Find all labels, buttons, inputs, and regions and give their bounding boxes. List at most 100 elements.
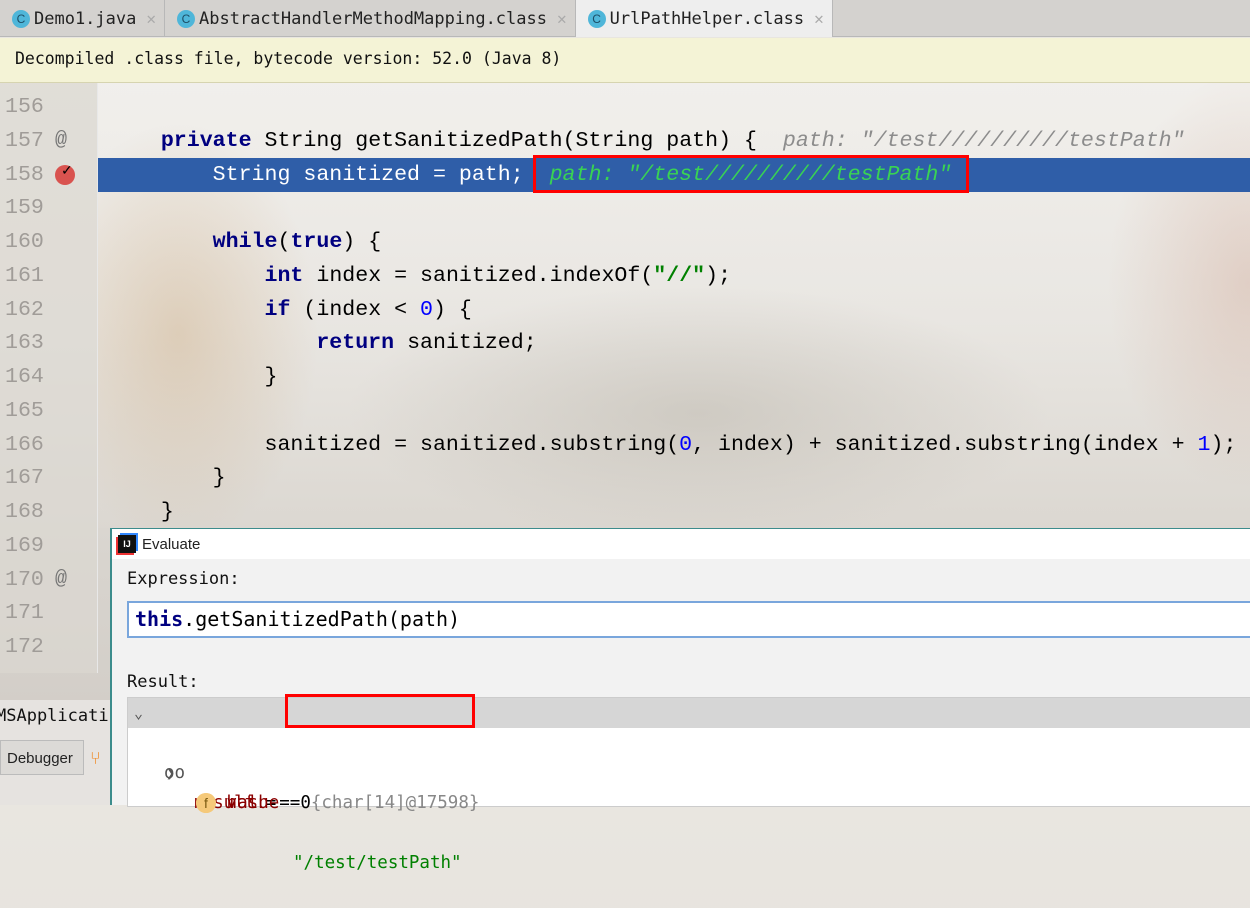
close-icon[interactable]: ✕: [557, 9, 567, 28]
line-number[interactable]: 164: [5, 360, 44, 394]
code-line[interactable]: 156: [0, 90, 1250, 124]
intellij-icon: IJ: [118, 535, 136, 553]
equals: =: [268, 793, 301, 813]
class-icon: C: [587, 9, 606, 28]
override-icon[interactable]: @: [55, 563, 67, 597]
code-token: if: [264, 297, 291, 322]
field-name: hash: [226, 793, 269, 813]
line-number[interactable]: 171: [5, 596, 44, 630]
dialog-title: Evaluate: [142, 535, 201, 553]
breakpoint-icon[interactable]: [55, 155, 75, 189]
line-number[interactable]: 168: [5, 495, 44, 529]
code-line[interactable]: 157 @ private String getSanitizedPath(Str…: [0, 124, 1250, 158]
line-number[interactable]: 156: [5, 90, 44, 124]
code-text: return sanitized;: [109, 326, 537, 360]
code-token: sanitized = sanitized.substring(: [109, 432, 680, 457]
code-text: while(true) {: [109, 225, 382, 259]
tab-urlpathhelper[interactable]: C UrlPathHelper.class ✕: [575, 0, 833, 37]
code-line[interactable]: 162 if (index < 0) {: [0, 293, 1250, 327]
evaluate-dialog: IJ Evaluate Expression: this.getSanitized…: [110, 528, 1250, 873]
code-token: 1: [1197, 432, 1211, 457]
class-icon: C: [177, 9, 195, 28]
code-token: String sanitized = path;: [109, 162, 550, 187]
code-text: }: [109, 360, 278, 394]
code-token: ) {: [433, 297, 472, 322]
expression-input[interactable]: this.getSanitizedPath(path): [127, 601, 1250, 638]
code-text: }: [109, 495, 174, 529]
code-token: sanitized;: [394, 331, 537, 356]
tree-row-value[interactable]: ❯ f value = {char[14]@17598}: [128, 728, 1250, 813]
chevron-down-icon[interactable]: ⌄: [134, 698, 143, 728]
line-number[interactable]: 166: [5, 428, 44, 462]
result-row[interactable]: ⌄ oo result = "/test/testPath": [128, 694, 1250, 873]
code-token: }: [109, 466, 226, 491]
tab-abstract-handler[interactable]: C AbstractHandlerMethodMapping.class ✕: [165, 0, 576, 37]
line-number[interactable]: 162: [5, 293, 44, 327]
code-token: private: [160, 128, 252, 153]
code-token: path: "/test//////////testPath": [782, 128, 1185, 153]
line-number[interactable]: 165: [5, 394, 44, 428]
code-text: int index = sanitized.indexOf("//");: [109, 259, 732, 293]
code-token: index = sanitized.indexOf(: [303, 263, 654, 288]
code-token: String getSanitizedPath(String path) {: [251, 128, 783, 153]
code-line[interactable]: 164 }: [0, 360, 1250, 394]
code-line[interactable]: 165: [0, 394, 1250, 428]
line-number[interactable]: 158: [5, 158, 44, 192]
code-token: 0: [679, 432, 693, 457]
code-token: }: [109, 500, 174, 524]
code-text: if (index < 0) {: [109, 293, 472, 327]
code-token: );: [1210, 432, 1237, 457]
tab-label: AbstractHandlerMethodMapping.class: [199, 8, 547, 29]
line-number[interactable]: 169: [5, 529, 44, 563]
line-number[interactable]: 163: [5, 326, 44, 360]
code-token: ) {: [342, 230, 382, 254]
decompiled-banner: Decompiled .class file, bytecode version…: [0, 38, 1250, 83]
field-value: 0: [300, 793, 311, 813]
code-line[interactable]: 160 while(true) {: [0, 225, 1250, 259]
code-line[interactable]: 168 }: [0, 495, 1250, 529]
code-token: }: [109, 365, 278, 389]
code-token: 0: [420, 297, 433, 322]
tab-label: UrlPathHelper.class: [609, 8, 805, 29]
code-line[interactable]: 166 sanitized = sanitized.substring(0, i…: [0, 428, 1250, 462]
code-token: "//": [653, 263, 706, 288]
line-number[interactable]: 167: [5, 461, 44, 495]
line-number[interactable]: 157: [5, 124, 44, 158]
expression-keyword: this: [135, 607, 184, 631]
debugger-tab[interactable]: Debugger: [0, 740, 84, 775]
code-token: return: [316, 331, 395, 356]
code-token: (: [277, 230, 291, 254]
result-label: Result:: [127, 672, 199, 692]
code-line[interactable]: 167 }: [0, 461, 1250, 495]
expression-label: Expression:: [127, 569, 240, 589]
code-line[interactable]: 161 int index = sanitized.indexOf("//");: [0, 259, 1250, 293]
line-number[interactable]: 161: [5, 259, 44, 293]
tree-row-hash[interactable]: f hash = 0: [128, 758, 1250, 813]
run-config-name[interactable]: MSApplicati: [0, 706, 109, 726]
close-icon[interactable]: ✕: [146, 9, 156, 28]
code-token: , index) + sanitized.substring(index +: [692, 432, 1198, 457]
result-tree[interactable]: ⌄ oo result = "/test/testPath" ❯ f value…: [127, 694, 1250, 873]
line-number[interactable]: 160: [5, 225, 44, 259]
class-icon: C: [12, 9, 30, 28]
expression-text: .getSanitizedPath(path): [183, 607, 461, 631]
code-line[interactable]: 159: [0, 191, 1250, 225]
code-token: int: [264, 263, 304, 288]
close-icon[interactable]: ✕: [814, 9, 824, 28]
line-number[interactable]: 172: [5, 630, 44, 664]
line-number[interactable]: 170: [5, 563, 44, 597]
tab-demo1[interactable]: C Demo1.java ✕: [0, 0, 165, 37]
code-token: (index <: [290, 297, 421, 322]
code-line[interactable]: 163 return sanitized;: [0, 326, 1250, 360]
editor-tabs: C Demo1.java ✕ C AbstractHandlerMethodMappi…: [0, 0, 1250, 37]
result-value: "/test/testPath": [293, 853, 462, 873]
dialog-title-bar[interactable]: IJ Evaluate: [112, 529, 1250, 559]
override-icon[interactable]: @: [55, 124, 67, 158]
code-text: sanitized = sanitized.substring(0, index…: [109, 428, 1237, 462]
line-number[interactable]: 159: [5, 191, 44, 225]
field-icon: f: [196, 793, 216, 813]
threads-icon[interactable]: ⑂: [90, 748, 101, 769]
